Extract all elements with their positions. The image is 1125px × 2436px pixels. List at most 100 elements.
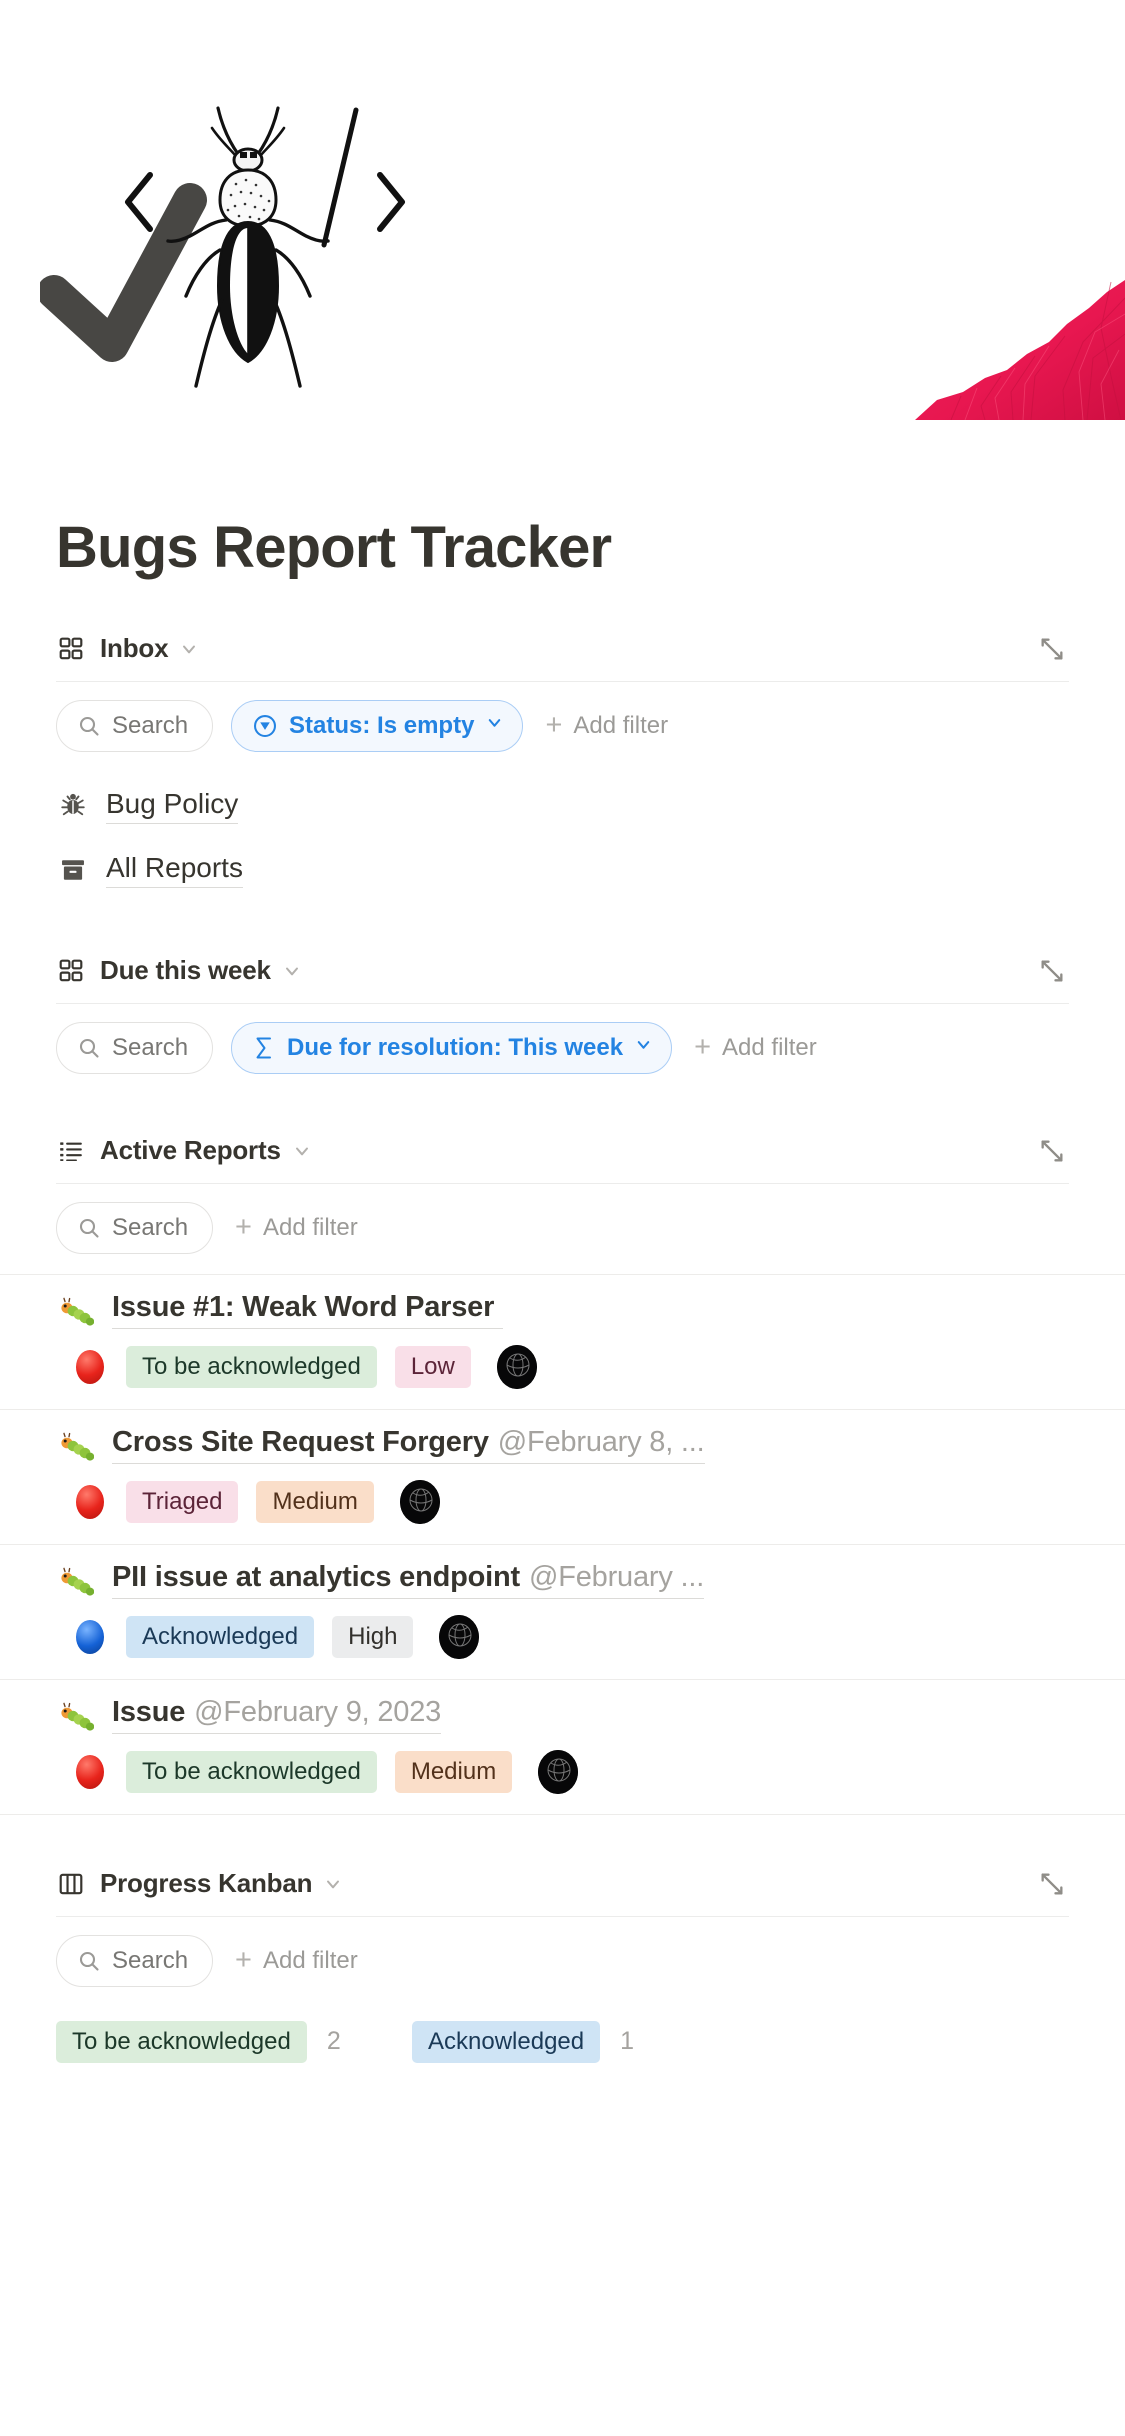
report-title-wrap: Cross Site Request Forgery @February 8, .… <box>112 1426 705 1464</box>
filter-chip-due-for-resolution[interactable]: Due for resolution: This week <box>231 1021 673 1074</box>
section-inbox: Inbox Search Status: Is empty + Add filt… <box>0 626 1125 760</box>
section-header-due-this-week[interactable]: Due this week <box>0 948 1125 994</box>
caterpillar-icon <box>56 1698 96 1738</box>
filter-chip-status[interactable]: Status: Is empty <box>231 699 524 752</box>
chevron-down-icon[interactable] <box>323 1874 343 1894</box>
status-badge[interactable]: Acknowledged <box>126 1615 315 1658</box>
search-icon <box>77 1949 101 1973</box>
section-divider <box>56 1915 1069 1917</box>
filter-bar-progress-kanban: Search + Add filter <box>0 1927 1125 1995</box>
search-icon <box>77 1216 101 1240</box>
avatar[interactable] <box>439 1614 480 1659</box>
priority-badge[interactable]: Low <box>394 1345 471 1388</box>
avatar[interactable] <box>496 1344 537 1389</box>
caterpillar-icon <box>56 1563 96 1603</box>
report-title-wrap: Issue @February 9, 2023 <box>112 1695 442 1734</box>
status-badge[interactable]: Triaged <box>126 1480 239 1523</box>
caterpillar-icon <box>56 1428 96 1468</box>
section-title: Active Reports <box>100 1135 281 1166</box>
bug-icon <box>56 789 90 823</box>
report-title-line: Cross Site Request Forgery @February 8, .… <box>56 1426 1069 1468</box>
section-divider <box>56 680 1069 682</box>
status-dot-icon <box>76 1754 104 1789</box>
grid-view-icon <box>56 956 86 986</box>
add-filter-button[interactable]: + Add filter <box>545 711 668 740</box>
chevron-down-icon[interactable] <box>179 639 199 659</box>
kanban-column-label: Acknowledged <box>412 2020 601 2063</box>
priority-badge[interactable]: High <box>332 1615 414 1658</box>
report-meta: To be acknowledged Medium <box>56 1749 1069 1794</box>
search-placeholder: Search <box>112 1033 189 1061</box>
plus-icon: + <box>235 1211 252 1244</box>
cover-pink-paper <box>915 280 1125 420</box>
link-row-bug-policy[interactable]: Bug Policy <box>56 774 1069 838</box>
section-active-reports: Active Reports Search + Add filter Issue… <box>0 1128 1125 1815</box>
section-progress-kanban: Progress Kanban Search + Add filter To b… <box>0 1861 1125 2063</box>
search-input[interactable]: Search <box>56 1201 214 1254</box>
report-title-wrap: Issue #1: Weak Word Parser <box>112 1291 504 1329</box>
table-row[interactable]: Issue #1: Weak Word Parser To be acknowl… <box>0 1273 1125 1410</box>
filter-circle-icon <box>252 713 278 739</box>
add-filter-label: Add filter <box>262 1213 358 1241</box>
priority-badge[interactable]: Medium <box>256 1480 374 1523</box>
search-placeholder: Search <box>112 711 189 739</box>
report-title: Issue <box>112 1695 186 1728</box>
chevron-down-icon[interactable] <box>485 713 504 738</box>
section-divider <box>56 1182 1069 1184</box>
search-input[interactable]: Search <box>56 699 214 752</box>
add-filter-label: Add filter <box>573 711 669 739</box>
kanban-column-acknowledged[interactable]: Acknowledged 1 <box>412 2020 768 2063</box>
section-title: Progress Kanban <box>100 1868 313 1899</box>
avatar[interactable] <box>399 1479 440 1524</box>
link-row-all-reports[interactable]: All Reports <box>56 838 1069 902</box>
cover-image <box>0 0 1125 420</box>
plus-icon: + <box>235 1944 252 1977</box>
caterpillar-icon <box>56 1293 96 1333</box>
table-row[interactable]: PII issue at analytics endpoint @February… <box>0 1545 1125 1680</box>
expand-diagonal-icon[interactable] <box>1035 1867 1069 1901</box>
add-filter-button[interactable]: + Add filter <box>235 1946 358 1975</box>
page-title: Bugs Report Tracker <box>56 515 612 580</box>
section-title: Due this week <box>100 955 271 986</box>
search-placeholder: Search <box>112 1946 189 1974</box>
chevron-down-icon[interactable] <box>282 961 302 981</box>
status-badge[interactable]: To be acknowledged <box>126 1750 377 1793</box>
avatar[interactable] <box>538 1749 579 1794</box>
report-meta: To be acknowledged Low <box>56 1344 1069 1389</box>
table-row[interactable]: Cross Site Request Forgery @February 8, .… <box>0 1410 1125 1545</box>
chevron-down-icon[interactable] <box>292 1141 312 1161</box>
kanban-column-count: 1 <box>620 2027 635 2056</box>
expand-diagonal-icon[interactable] <box>1035 954 1069 988</box>
section-header-inbox[interactable]: Inbox <box>0 626 1125 672</box>
plus-icon: + <box>545 709 563 742</box>
report-subtitle: @February ... <box>528 1560 705 1593</box>
quick-links: Bug Policy All Reports <box>0 760 1125 902</box>
search-input[interactable]: Search <box>56 1934 214 1987</box>
kanban-column-to-be-acknowledged[interactable]: To be acknowledged 2 <box>56 2020 412 2063</box>
section-header-progress-kanban[interactable]: Progress Kanban <box>0 1861 1125 1907</box>
priority-badge[interactable]: Medium <box>394 1750 513 1793</box>
list-view-icon <box>56 1136 86 1166</box>
kanban-columns: To be acknowledged 2 Acknowledged 1 <box>0 1995 1125 2063</box>
add-filter-button[interactable]: + Add filter <box>694 1033 817 1062</box>
add-filter-label: Add filter <box>722 1033 817 1061</box>
section-header-active-reports[interactable]: Active Reports <box>0 1128 1125 1174</box>
add-filter-label: Add filter <box>262 1946 358 1974</box>
expand-diagonal-icon[interactable] <box>1035 1134 1069 1168</box>
status-badge[interactable]: To be acknowledged <box>126 1345 377 1388</box>
search-input[interactable]: Search <box>56 1021 214 1074</box>
chevron-down-icon[interactable] <box>634 1035 653 1060</box>
report-title-line: Issue #1: Weak Word Parser <box>56 1291 1069 1333</box>
search-icon <box>77 1036 101 1060</box>
archive-box-icon <box>56 853 90 887</box>
report-title-line: PII issue at analytics endpoint @February… <box>56 1561 1069 1603</box>
report-title-wrap: PII issue at analytics endpoint @February… <box>112 1560 705 1599</box>
section-title: Inbox <box>100 633 169 664</box>
report-title: Cross Site Request Forgery <box>112 1425 489 1458</box>
link-label: All Reports <box>106 852 243 888</box>
expand-diagonal-icon[interactable] <box>1035 632 1069 666</box>
add-filter-button[interactable]: + Add filter <box>235 1213 358 1242</box>
link-label: Bug Policy <box>106 788 239 824</box>
filter-bar-active-reports: Search + Add filter <box>0 1194 1125 1262</box>
table-row[interactable]: Issue @February 9, 2023 To be acknowledge… <box>0 1680 1125 1815</box>
